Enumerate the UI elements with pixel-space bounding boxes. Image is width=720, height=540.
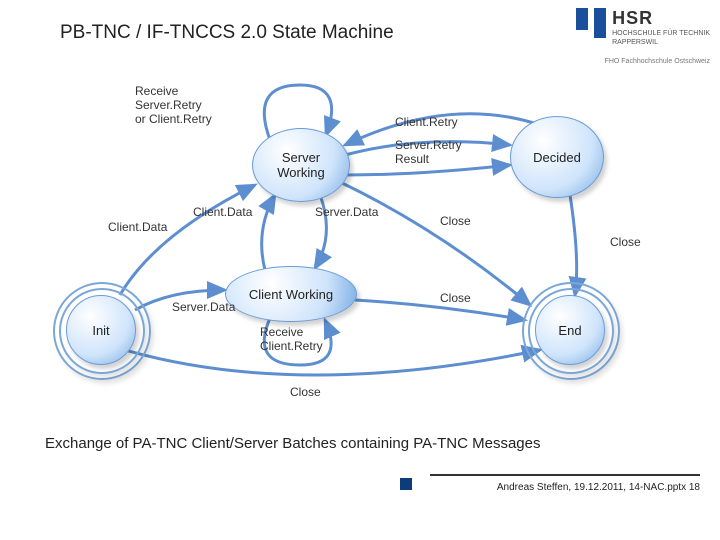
state-label: Decided xyxy=(533,150,581,165)
logo-text: HSR xyxy=(612,8,710,29)
label-server-data-left: Server.Data xyxy=(172,300,235,314)
transitions-layer xyxy=(0,0,720,540)
logo-sub: RAPPERSWIL xyxy=(612,39,710,47)
page-title: PB-TNC / IF-TNCCS 2.0 State Machine xyxy=(60,22,394,44)
state-server-working: Server Working xyxy=(252,128,350,202)
state-decided: Decided xyxy=(510,116,604,198)
logo-fho: FHO Fachhochschule Ostschweiz xyxy=(605,58,710,65)
label-client-data-mid: Client.Data xyxy=(193,205,252,219)
state-label: End xyxy=(558,323,581,338)
footer-text: Andreas Steffen, 19.12.2011, 14-NAC.pptx… xyxy=(497,482,700,493)
label-client-retry: Client.Retry xyxy=(395,115,458,129)
label-client-data-left: Client.Data xyxy=(108,220,167,234)
label-server-retry-result: Server.Retry Result xyxy=(395,138,462,166)
state-label: Server Working xyxy=(277,150,324,180)
logo-bar-icon xyxy=(576,8,588,30)
logo-bar-icon xyxy=(594,8,606,38)
footer-square-icon xyxy=(400,478,412,490)
label-server-data-mid: Server.Data xyxy=(315,205,378,219)
state-init: Init xyxy=(66,295,136,365)
label-close-clientworking: Close xyxy=(440,291,471,305)
footer-line xyxy=(430,474,700,476)
caption: Exchange of PA-TNC Client/Server Batches… xyxy=(45,435,540,452)
label-close-decided: Close xyxy=(610,235,641,249)
state-label: Init xyxy=(92,323,109,338)
state-end: End xyxy=(535,295,605,365)
label-receive-retry: Receive Server.Retry or Client.Retry xyxy=(135,84,212,126)
state-label: Client Working xyxy=(249,287,333,302)
label-close-mid: Close xyxy=(440,214,471,228)
logo-sub: HOCHSCHULE FÜR TECHNIK xyxy=(612,30,710,38)
state-client-working: Client Working xyxy=(225,266,357,322)
hsr-logo: HSR HOCHSCHULE FÜR TECHNIK RAPPERSWIL xyxy=(576,8,710,46)
label-close-bottom: Close xyxy=(290,385,321,399)
label-receive-client-retry: Receive Client.Retry xyxy=(260,325,323,353)
